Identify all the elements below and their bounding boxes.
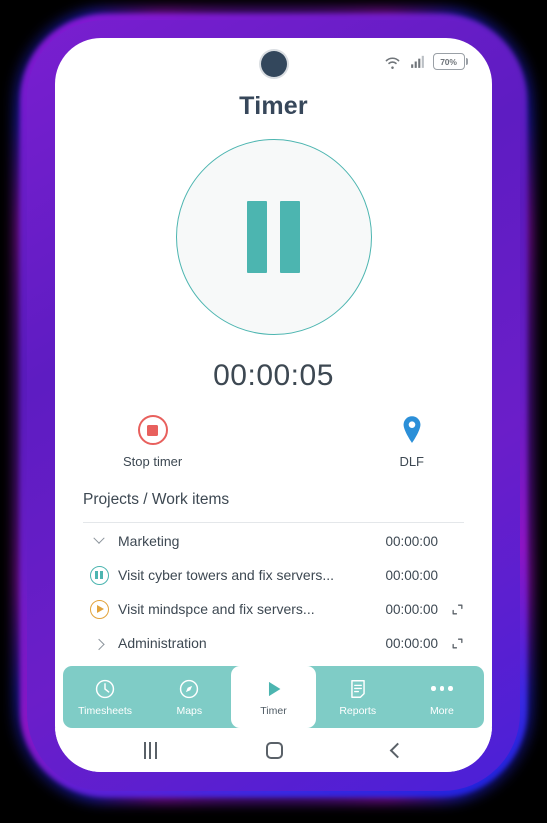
pause-icon (280, 201, 300, 273)
stop-icon (137, 415, 168, 445)
wifi-icon (385, 57, 399, 69)
android-navigation-bar (55, 728, 492, 772)
back-icon[interactable] (390, 742, 406, 758)
row-label: Visit mindspce and fix servers... (118, 601, 315, 617)
compass-icon (180, 679, 199, 698)
stop-timer-label: Stop timer (123, 454, 183, 469)
front-camera-icon (260, 51, 287, 77)
chevron-right-icon[interactable] (83, 638, 115, 651)
table-row[interactable]: Visit mindspce and fix servers... 00:00:… (83, 593, 464, 625)
projects-section: Projects / Work items Marketing 00:00:00… (55, 491, 492, 666)
recents-icon[interactable] (143, 741, 158, 759)
stop-timer-button[interactable]: Stop timer (123, 415, 182, 469)
play-icon (268, 681, 280, 696)
status-icons: 70% (383, 52, 468, 71)
nav-label: Timer (260, 704, 287, 717)
nav-item-reports[interactable]: Reports (316, 666, 400, 728)
location-button[interactable]: DLF (399, 415, 424, 469)
elapsed-time: 00:00:05 (213, 359, 334, 392)
signal-bars-icon (410, 55, 424, 68)
nav-label: Maps (176, 704, 203, 717)
nav-item-maps[interactable]: Maps (147, 666, 231, 728)
screenshot-root: 70% Timer 00:00:05 Stop timer DLF Projec… (0, 0, 547, 823)
row-time: 00:00:00 (385, 533, 438, 549)
timer-section: 00:00:05 (55, 139, 492, 393)
nav-item-more[interactable]: More (400, 666, 484, 728)
row-time: 00:00:00 (385, 635, 438, 651)
nav-label: More (429, 704, 454, 717)
row-time: 00:00:00 (385, 567, 438, 583)
nav-item-timesheets[interactable]: Timesheets (63, 666, 147, 728)
page-title: Timer (239, 92, 308, 120)
projects-heading: Projects / Work items (83, 491, 464, 523)
pause-timer-button[interactable] (175, 139, 372, 335)
location-pin-icon (403, 416, 421, 444)
row-label: Marketing (118, 533, 180, 549)
timer-actions: Stop timer DLF (55, 393, 492, 469)
nav-label: Timesheets (78, 704, 133, 717)
ellipsis-icon (431, 678, 453, 700)
location-label: DLF (399, 454, 424, 469)
table-row[interactable]: Administration 00:00:00 (83, 627, 464, 659)
row-time: 00:00:00 (385, 601, 438, 617)
table-row[interactable]: Marketing 00:00:00 (83, 525, 464, 557)
expand-icon (452, 604, 463, 614)
battery-level-label: 70% (440, 56, 457, 67)
status-bar: 70% (55, 38, 492, 86)
table-row[interactable]: Visit cyber towers and fix servers... 00… (83, 559, 464, 591)
phone-screen: 70% Timer 00:00:05 Stop timer DLF Projec… (55, 38, 492, 772)
pause-icon (247, 201, 267, 273)
document-icon (350, 679, 365, 698)
nav-item-timer[interactable]: Timer (231, 666, 316, 728)
nav-label: Reports (339, 704, 377, 717)
battery-icon: 70% (432, 53, 468, 70)
chevron-down-icon[interactable] (83, 532, 115, 545)
play-circle-icon[interactable] (89, 599, 109, 619)
expand-icon (452, 638, 463, 648)
clock-icon (95, 679, 115, 698)
home-icon[interactable] (266, 741, 284, 759)
row-label: Administration (118, 635, 207, 651)
bottom-navigation: Timesheets Maps Timer Reports More (63, 666, 484, 728)
pause-circle-icon[interactable] (89, 565, 109, 585)
row-label: Visit cyber towers and fix servers... (118, 567, 335, 583)
